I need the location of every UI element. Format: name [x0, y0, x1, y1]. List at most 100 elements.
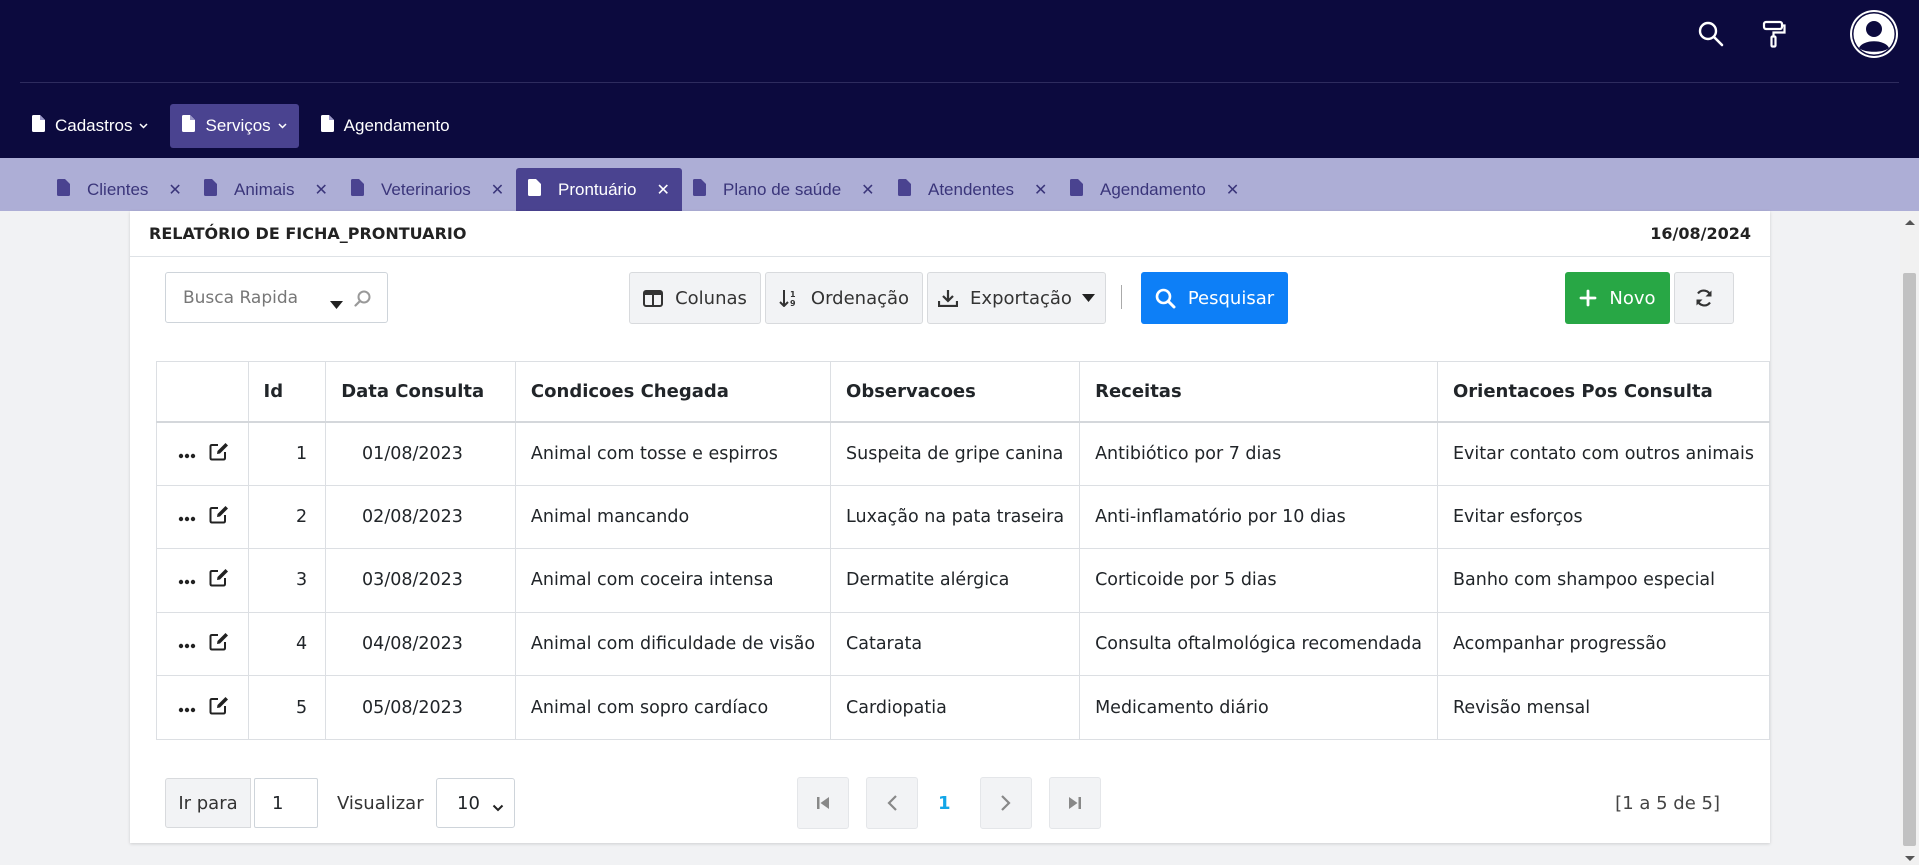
tab-label: Clientes	[87, 179, 149, 199]
new-button[interactable]: Novo	[1565, 272, 1670, 324]
more-options-icon[interactable]	[178, 444, 196, 464]
report-panel: RELATÓRIO DE FICHA_PRONTUARIO 16/08/2024…	[130, 211, 1770, 843]
table-row: 3 03/08/2023 Animal com coceira intensa …	[156, 548, 1770, 613]
document-icon	[898, 178, 911, 201]
column-header-id[interactable]: Id	[247, 361, 327, 423]
edit-icon[interactable]	[209, 632, 229, 656]
tab-bar: Clientes ✕ Animais ✕ Veterinarios ✕ Pron…	[0, 158, 1919, 211]
menu-item-agendamento[interactable]: Agendamento	[309, 104, 462, 148]
close-icon[interactable]: ✕	[656, 180, 669, 200]
cell-id: 5	[247, 675, 327, 740]
table-row: 5 05/08/2023 Animal com sopro cardíaco C…	[156, 675, 1770, 740]
export-label: Exportação	[970, 287, 1072, 309]
cell-receitas: Anti-inflamatório por 10 dias	[1079, 484, 1438, 550]
document-icon	[351, 178, 364, 201]
search-icon	[1155, 288, 1176, 309]
chevron-left-icon	[886, 794, 898, 812]
plus-icon	[1579, 289, 1597, 307]
menu-item-cadastros[interactable]: Cadastros	[20, 104, 160, 148]
previous-page-button[interactable]	[866, 777, 918, 829]
next-page-button[interactable]	[980, 777, 1032, 829]
row-actions	[156, 548, 249, 613]
document-icon	[528, 178, 541, 201]
page-scrollbar[interactable]	[1900, 211, 1919, 865]
goto-page-input[interactable]: 1	[254, 778, 318, 828]
more-options-icon[interactable]	[178, 698, 196, 718]
sort-button[interactable]: 19 Ordenação	[765, 272, 923, 324]
tab-label: Prontuário	[558, 179, 637, 199]
tab-prontuario[interactable]: Prontuário ✕	[516, 168, 682, 211]
table-header-row: Id Data Consulta Condicoes Chegada Obser…	[156, 361, 1770, 423]
sort-icon: 19	[779, 289, 799, 307]
refresh-button[interactable]	[1674, 272, 1734, 324]
column-header-condicoes-chegada[interactable]: Condicoes Chegada	[514, 361, 832, 423]
column-header-orientacoes[interactable]: Orientacoes Pos Consulta	[1437, 361, 1770, 423]
search-placeholder: Busca Rapida	[183, 287, 299, 308]
close-icon[interactable]: ✕	[1034, 180, 1047, 200]
tab-plano-de-saude[interactable]: Plano de saúde ✕	[681, 168, 887, 211]
edit-icon[interactable]	[209, 568, 229, 592]
columns-icon	[643, 289, 664, 307]
edit-icon[interactable]	[209, 442, 229, 466]
cell-orientacoes: Evitar contato com outros animais	[1437, 421, 1770, 486]
columns-label: Colunas	[675, 287, 747, 309]
tab-clientes[interactable]: Clientes ✕	[45, 168, 194, 211]
export-button[interactable]: Exportação	[927, 272, 1106, 324]
last-page-button[interactable]	[1049, 777, 1101, 829]
tab-agendamento[interactable]: Agendamento ✕	[1058, 168, 1251, 211]
tab-label: Atendentes	[928, 179, 1015, 199]
tab-animais[interactable]: Animais ✕	[192, 168, 340, 211]
paint-roller-icon[interactable]	[1756, 16, 1792, 52]
new-label: Novo	[1609, 287, 1656, 309]
column-header-receitas[interactable]: Receitas	[1079, 361, 1438, 423]
goto-button[interactable]: Ir para	[165, 778, 251, 828]
menu-item-servicos[interactable]: Serviços	[170, 104, 299, 148]
cell-observacoes: Catarata	[830, 611, 1081, 677]
columns-button[interactable]: Colunas	[629, 272, 761, 324]
page-size-select[interactable]: 10	[436, 778, 515, 828]
more-options-icon[interactable]	[178, 507, 196, 527]
tab-atendentes[interactable]: Atendentes ✕	[886, 168, 1059, 211]
scroll-down-arrow-icon[interactable]	[1905, 856, 1915, 861]
cell-observacoes: Suspeita de gripe canina	[830, 421, 1081, 486]
edit-icon[interactable]	[209, 696, 229, 720]
search-icon[interactable]	[354, 290, 371, 312]
cell-orientacoes: Evitar esforços	[1437, 484, 1770, 550]
column-header-data-consulta[interactable]: Data Consulta	[325, 361, 516, 423]
header-divider	[20, 82, 1899, 83]
table-row: 2 02/08/2023 Animal mancando Luxação na …	[156, 484, 1770, 550]
current-page[interactable]: 1	[938, 778, 951, 828]
user-avatar-icon[interactable]	[1848, 8, 1900, 60]
cell-data-consulta: 03/08/2023	[325, 548, 516, 613]
cell-condicoes-chegada: Animal com dificuldade de visão	[514, 611, 832, 677]
cell-id: 3	[247, 548, 327, 613]
caret-down-icon	[1081, 294, 1095, 302]
more-options-icon[interactable]	[178, 634, 196, 654]
row-actions	[156, 484, 249, 550]
table-row: 1 01/08/2023 Animal com tosse e espirros…	[156, 421, 1770, 486]
close-icon[interactable]: ✕	[168, 180, 181, 200]
cell-data-consulta: 05/08/2023	[325, 675, 516, 740]
close-icon[interactable]: ✕	[314, 180, 327, 200]
document-icon	[320, 115, 334, 137]
tab-veterinarios[interactable]: Veterinarios ✕	[339, 168, 516, 211]
close-icon[interactable]: ✕	[1226, 180, 1239, 200]
document-icon	[693, 178, 706, 201]
report-date: 16/08/2024	[1650, 224, 1751, 243]
column-header-observacoes[interactable]: Observacoes	[830, 361, 1081, 423]
search-button[interactable]: Pesquisar	[1141, 272, 1288, 324]
search-icon[interactable]	[1693, 16, 1729, 52]
edit-icon[interactable]	[209, 505, 229, 529]
menu-item-label: Agendamento	[343, 116, 450, 135]
refresh-icon	[1694, 288, 1714, 308]
chevron-right-icon	[1000, 794, 1012, 812]
scrollbar-thumb[interactable]	[1903, 273, 1916, 846]
close-icon[interactable]: ✕	[861, 180, 874, 200]
quick-search-input[interactable]: Busca Rapida	[165, 272, 388, 323]
row-actions	[156, 421, 249, 486]
scroll-up-arrow-icon[interactable]	[1905, 220, 1915, 225]
caret-down-icon[interactable]	[330, 294, 343, 314]
close-icon[interactable]: ✕	[491, 180, 504, 200]
more-options-icon[interactable]	[178, 570, 196, 590]
first-page-button[interactable]	[797, 777, 849, 829]
